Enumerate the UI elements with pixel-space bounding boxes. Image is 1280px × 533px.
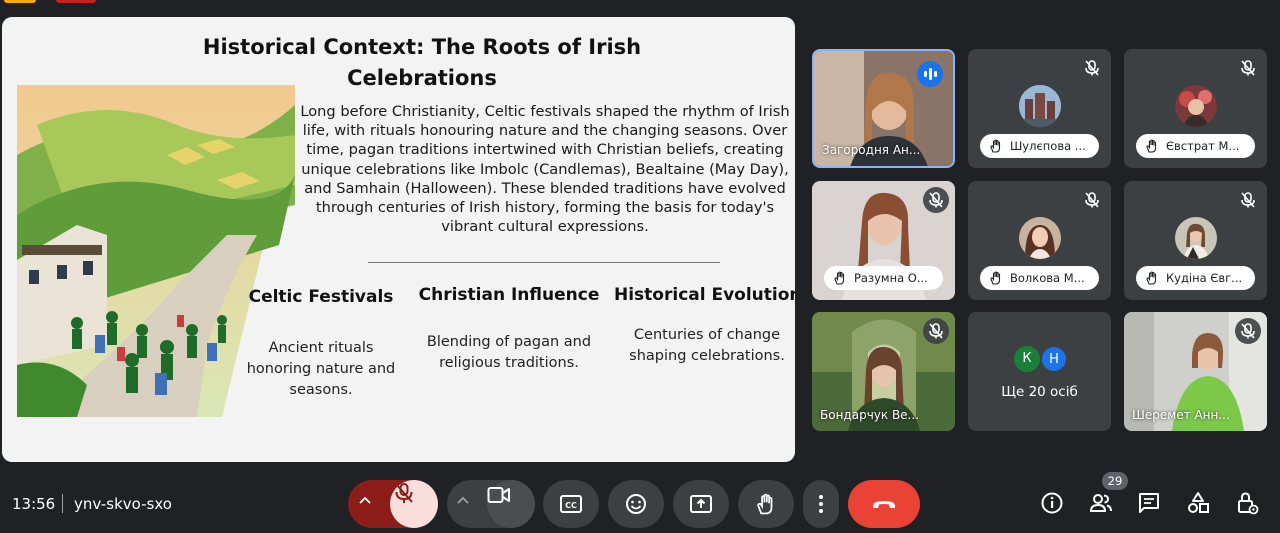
video-options-button[interactable] — [447, 480, 489, 528]
presentation-slide: Historical Context: The Roots of Irish C… — [2, 17, 795, 462]
participant-tile[interactable]: Кудіна Євг... — [1124, 181, 1267, 300]
meeting-code: ynv-skvo-sxo — [74, 495, 172, 513]
participant-tile[interactable]: Загородня Ан... — [812, 49, 955, 168]
top-strip — [0, 0, 1280, 3]
chat-icon — [1139, 493, 1159, 513]
raised-hand-pill: Волкова М... — [980, 266, 1099, 290]
more-options-button[interactable] — [803, 480, 839, 528]
participant-name: Волкова М... — [1010, 271, 1085, 285]
column-celtic-festivals: Celtic Festivals Ancient rituals honorin… — [246, 287, 396, 401]
raised-hand-pill: Євстрат М... — [1136, 134, 1255, 158]
column-text: Ancient rituals honoring nature and seas… — [246, 340, 396, 398]
activities-button[interactable] — [1185, 490, 1211, 516]
participant-name: Кудіна Євг... — [1166, 271, 1243, 285]
participant-tile[interactable]: Шулєпова ... — [968, 49, 1111, 168]
chevron-up-icon — [457, 496, 469, 504]
separator — [62, 494, 63, 513]
column-christian-influence: Christian Influence Blending of pagan an… — [416, 285, 602, 374]
participant-name: Шулєпова ... — [1010, 139, 1086, 153]
hand-icon — [757, 493, 773, 515]
hand-icon — [1146, 271, 1157, 285]
mic-off-icon — [923, 187, 949, 213]
captions-icon: CC — [560, 495, 582, 513]
avatar-initial: К — [1014, 346, 1040, 372]
info-icon — [1041, 492, 1063, 514]
mic-off-icon — [1079, 55, 1105, 81]
participant-name: Бондарчук Ве... — [820, 408, 919, 422]
column-historical-evolution: Historical Evolution Centuries of change… — [614, 285, 795, 367]
participant-name: Загородня Ан... — [822, 143, 921, 157]
chat-button[interactable] — [1136, 490, 1162, 516]
avatar — [1018, 217, 1061, 259]
mic-off-icon — [1235, 55, 1261, 81]
host-controls-button[interactable] — [1234, 490, 1260, 516]
slide-body-text: Long before Christianity, Celtic festiva… — [300, 103, 790, 236]
camera-icon — [487, 487, 510, 503]
avatar — [1174, 217, 1217, 259]
mic-off-icon — [395, 483, 413, 503]
emoji-button[interactable] — [608, 480, 664, 528]
host-controls-icon — [1238, 492, 1259, 515]
more-participants-label: Ще 20 осіб — [1001, 384, 1078, 400]
present-icon — [690, 495, 712, 513]
activities-icon — [1188, 492, 1209, 513]
camera-toggle-button[interactable] — [487, 480, 535, 528]
slide-divider — [368, 262, 720, 263]
meeting-details-button[interactable] — [1039, 490, 1065, 516]
avatar — [1018, 85, 1061, 127]
hang-up-icon — [873, 501, 895, 508]
avatar-initial: Н — [1041, 346, 1067, 372]
hand-icon — [834, 271, 845, 285]
column-text: Centuries of change shaping celebrations… — [629, 327, 785, 364]
people-button[interactable] — [1088, 490, 1114, 516]
present-button[interactable] — [673, 480, 729, 528]
hand-icon — [1146, 139, 1157, 153]
hand-icon — [990, 271, 1001, 285]
participant-name: Євстрат М... — [1166, 139, 1240, 153]
mic-off-icon — [1235, 318, 1261, 344]
raised-hand-pill: Кудіна Євг... — [1136, 266, 1255, 290]
svg-text:CC: CC — [565, 501, 577, 510]
participant-name: Разумна О... — [854, 271, 928, 285]
microphone-control-group — [348, 480, 438, 528]
mic-off-icon — [923, 318, 949, 344]
emoji-icon — [626, 494, 646, 514]
hand-icon — [990, 139, 1001, 153]
column-heading: Celtic Festivals — [248, 287, 394, 307]
participant-tile[interactable]: Бондарчук Ве... — [812, 312, 955, 431]
raise-hand-button[interactable] — [738, 480, 794, 528]
camera-control-group — [447, 480, 535, 528]
column-text: Blending of pagan and religious traditio… — [426, 334, 592, 371]
more-participants-tile[interactable]: К Н Ще 20 осіб — [968, 312, 1111, 431]
participant-count-badge: 29 — [1102, 472, 1128, 490]
top-indicator-red — [56, 0, 96, 3]
microphone-toggle-button[interactable] — [390, 480, 438, 528]
avatar — [1174, 85, 1217, 127]
chevron-up-icon — [359, 496, 371, 504]
meeting-time: 13:56 — [12, 495, 56, 513]
raised-hand-pill: Разумна О... — [824, 266, 943, 290]
participant-tile[interactable]: Євстрат М... — [1124, 49, 1267, 168]
speaking-indicator — [917, 61, 943, 87]
top-indicator-yellow — [4, 0, 36, 3]
participant-name: Шеремет Анн... — [1132, 408, 1230, 422]
participant-tile[interactable]: Шеремет Анн... — [1124, 312, 1267, 431]
leave-call-button[interactable] — [848, 480, 920, 528]
participant-tile[interactable]: Волкова М... — [968, 181, 1111, 300]
column-heading: Christian Influence — [418, 285, 600, 305]
column-heading: Historical Evolution — [614, 285, 795, 305]
more-icon — [819, 495, 823, 513]
participant-tile[interactable]: Разумна О... — [812, 181, 955, 300]
mic-off-icon — [1235, 187, 1261, 213]
people-icon — [1089, 494, 1112, 512]
captions-button[interactable]: CC — [543, 480, 599, 528]
audio-options-button[interactable] — [348, 480, 394, 528]
mic-off-icon — [1079, 187, 1105, 213]
raised-hand-pill: Шулєпова ... — [980, 134, 1099, 158]
